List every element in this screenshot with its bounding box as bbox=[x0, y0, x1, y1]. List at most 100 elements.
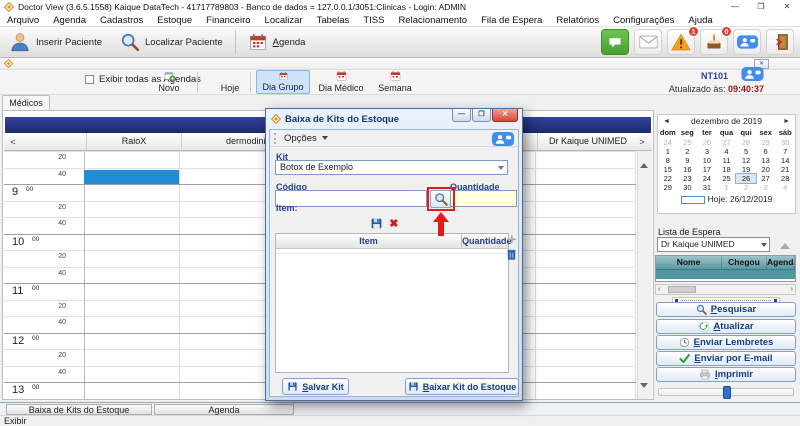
calendar-day[interactable]: 13 bbox=[756, 156, 776, 165]
today-button[interactable]: Hoje bbox=[212, 70, 248, 94]
task-tab-agenda[interactable]: Agenda bbox=[154, 404, 294, 415]
print-button[interactable]: Imprimir bbox=[656, 367, 796, 382]
dialog-close-button[interactable]: ✕ bbox=[492, 109, 518, 122]
calendar-day[interactable]: 1 bbox=[658, 147, 678, 156]
calendar-day[interactable]: 19 bbox=[736, 165, 756, 174]
calendar-next-icon[interactable]: ► bbox=[783, 115, 790, 128]
calendar-day[interactable]: 3 bbox=[756, 183, 776, 192]
menu-estoque[interactable]: Estoque bbox=[150, 15, 199, 26]
menu-fila-de-espera[interactable]: Fila de Espera bbox=[474, 15, 549, 26]
waitlist-col-chegou[interactable]: Chegou bbox=[722, 256, 767, 269]
zoom-slider[interactable] bbox=[658, 388, 794, 396]
menu-relatórios[interactable]: Relatórios bbox=[549, 15, 606, 26]
exit-button[interactable] bbox=[766, 29, 794, 55]
scroll-up-icon[interactable] bbox=[640, 152, 650, 162]
calendar-day[interactable]: 21 bbox=[775, 165, 795, 174]
insert-patient-button[interactable]: Inserir Paciente bbox=[0, 27, 111, 57]
day-doctor-button[interactable]: Dia Médico bbox=[313, 70, 369, 94]
add-row-icon[interactable]: ✛ bbox=[508, 235, 516, 246]
calendar-day[interactable]: 8 bbox=[658, 156, 678, 165]
calendar-day-selected[interactable]: 26 bbox=[736, 174, 756, 183]
quantity-input[interactable] bbox=[450, 190, 517, 207]
birthdays-button[interactable]: 0 bbox=[700, 29, 728, 55]
calendar-day[interactable]: 4 bbox=[717, 147, 737, 156]
calendar-day[interactable]: 25 bbox=[717, 174, 737, 183]
task-tab-kits[interactable]: Baixa de Kits do Estoque bbox=[6, 404, 152, 415]
calendar-day[interactable]: 29 bbox=[756, 138, 776, 147]
calendar-day[interactable]: 24 bbox=[697, 174, 717, 183]
calendar-day[interactable]: 26 bbox=[697, 138, 717, 147]
calendar-day[interactable]: 12 bbox=[736, 156, 756, 165]
day-group-button[interactable]: Dia Grupo bbox=[256, 70, 310, 94]
calendar-day[interactable]: 15 bbox=[658, 165, 678, 174]
calendar-day[interactable]: 30 bbox=[775, 138, 795, 147]
calendar-day[interactable]: 27 bbox=[756, 174, 776, 183]
column-header-RaioX[interactable]: RaioX bbox=[86, 133, 181, 150]
calendar-day[interactable]: 10 bbox=[697, 156, 717, 165]
prev-column-button[interactable]: < bbox=[6, 135, 20, 149]
scroll-right-icon[interactable]: › bbox=[791, 286, 793, 294]
collapse-panel-icon[interactable] bbox=[780, 243, 790, 249]
calendar-day[interactable]: 3 bbox=[697, 147, 717, 156]
kit-select[interactable]: Botox de Exemplo bbox=[275, 160, 508, 175]
locate-patient-button[interactable]: Localizar Paciente bbox=[111, 27, 232, 57]
scroll-down-icon[interactable] bbox=[640, 388, 650, 398]
mail-button[interactable] bbox=[634, 29, 662, 55]
calendar-day[interactable]: 29 bbox=[658, 183, 678, 192]
calendar-day[interactable]: 28 bbox=[736, 138, 756, 147]
calendar-day[interactable]: 18 bbox=[717, 165, 737, 174]
checkout-kit-button[interactable]: Baixar Kit do Estoque bbox=[405, 378, 519, 395]
chat-button[interactable] bbox=[601, 29, 629, 55]
maximize-button[interactable]: ❐ bbox=[748, 0, 774, 14]
schedule-vertical-scrollbar[interactable] bbox=[637, 151, 652, 399]
calendar-day[interactable]: 30 bbox=[678, 183, 698, 192]
calendar-day[interactable]: 2 bbox=[736, 183, 756, 192]
menu-configurações[interactable]: Configurações bbox=[606, 15, 681, 26]
calendar-day[interactable]: 1 bbox=[717, 183, 737, 192]
menu-agenda[interactable]: Agenda bbox=[46, 15, 93, 26]
waitlist-col-nome[interactable]: Nome bbox=[656, 256, 722, 269]
calendar-day[interactable]: 31 bbox=[697, 183, 717, 192]
alerts-button[interactable]: 1 bbox=[667, 29, 695, 55]
items-col-item[interactable]: Item bbox=[276, 234, 462, 249]
waitlist-row[interactable] bbox=[656, 269, 795, 279]
send-email-button[interactable]: Enviar por E-mail bbox=[656, 351, 796, 366]
dialog-minimize-button[interactable]: — bbox=[452, 109, 471, 122]
calendar-day[interactable]: 11 bbox=[717, 156, 737, 165]
calendar-day[interactable]: 2 bbox=[678, 147, 698, 156]
menu-ajuda[interactable]: Ajuda bbox=[681, 15, 719, 26]
save-kit-button[interactable]: Salvar Kit bbox=[282, 378, 349, 395]
save-item-icon[interactable] bbox=[370, 217, 383, 230]
dialog-titlebar[interactable]: Baixa de Kits do Estoque — ❐ ✕ bbox=[266, 109, 522, 129]
calendar-day[interactable]: 5 bbox=[736, 147, 756, 156]
minimize-button[interactable]: — bbox=[722, 0, 748, 14]
calendar-day[interactable]: 17 bbox=[697, 165, 717, 174]
show-all-agendas-checkbox[interactable] bbox=[85, 75, 94, 84]
week-button[interactable]: Semana bbox=[372, 70, 418, 94]
menu-arquivo[interactable]: Arquivo bbox=[0, 15, 46, 26]
waitlist-doctor-select[interactable]: Dr Kaique UNIMED bbox=[657, 237, 770, 252]
calendar-day[interactable]: 14 bbox=[775, 156, 795, 165]
waitlist-col-agenda[interactable]: Agenda bbox=[767, 256, 795, 269]
refresh-button[interactable]: Atualizar bbox=[656, 319, 796, 334]
menu-relacionamento[interactable]: Relacionamento bbox=[391, 15, 474, 26]
send-reminders-button[interactable]: Enviar Lembretes bbox=[656, 335, 796, 350]
contacts-mini-button[interactable] bbox=[741, 67, 764, 84]
calendar-day[interactable]: 4 bbox=[775, 183, 795, 192]
calendar-day[interactable]: 25 bbox=[678, 138, 698, 147]
trash-icon[interactable] bbox=[506, 248, 517, 263]
new-button[interactable]: Novo bbox=[150, 70, 188, 94]
menu-financeiro[interactable]: Financeiro bbox=[199, 15, 257, 26]
search-waitlist-button[interactable]: Pesquisar bbox=[656, 302, 796, 317]
calendar-prev-icon[interactable]: ◄ bbox=[663, 115, 670, 128]
agenda-button[interactable]: Agenda bbox=[239, 27, 315, 57]
waitlist-horizontal-scrollbar[interactable]: ‹ › bbox=[655, 284, 796, 295]
menu-tiss[interactable]: TISS bbox=[356, 15, 391, 26]
selected-time-slot[interactable] bbox=[84, 170, 179, 185]
close-button[interactable]: ✕ bbox=[774, 0, 800, 14]
calendar-day[interactable]: 16 bbox=[678, 165, 698, 174]
calendar-day[interactable]: 9 bbox=[678, 156, 698, 165]
menu-tabelas[interactable]: Tabelas bbox=[310, 15, 357, 26]
column-header-Dr Kaique UNIMED[interactable]: Dr Kaique UNIMED bbox=[537, 133, 638, 150]
dialog-maximize-button[interactable]: ❐ bbox=[472, 109, 491, 122]
